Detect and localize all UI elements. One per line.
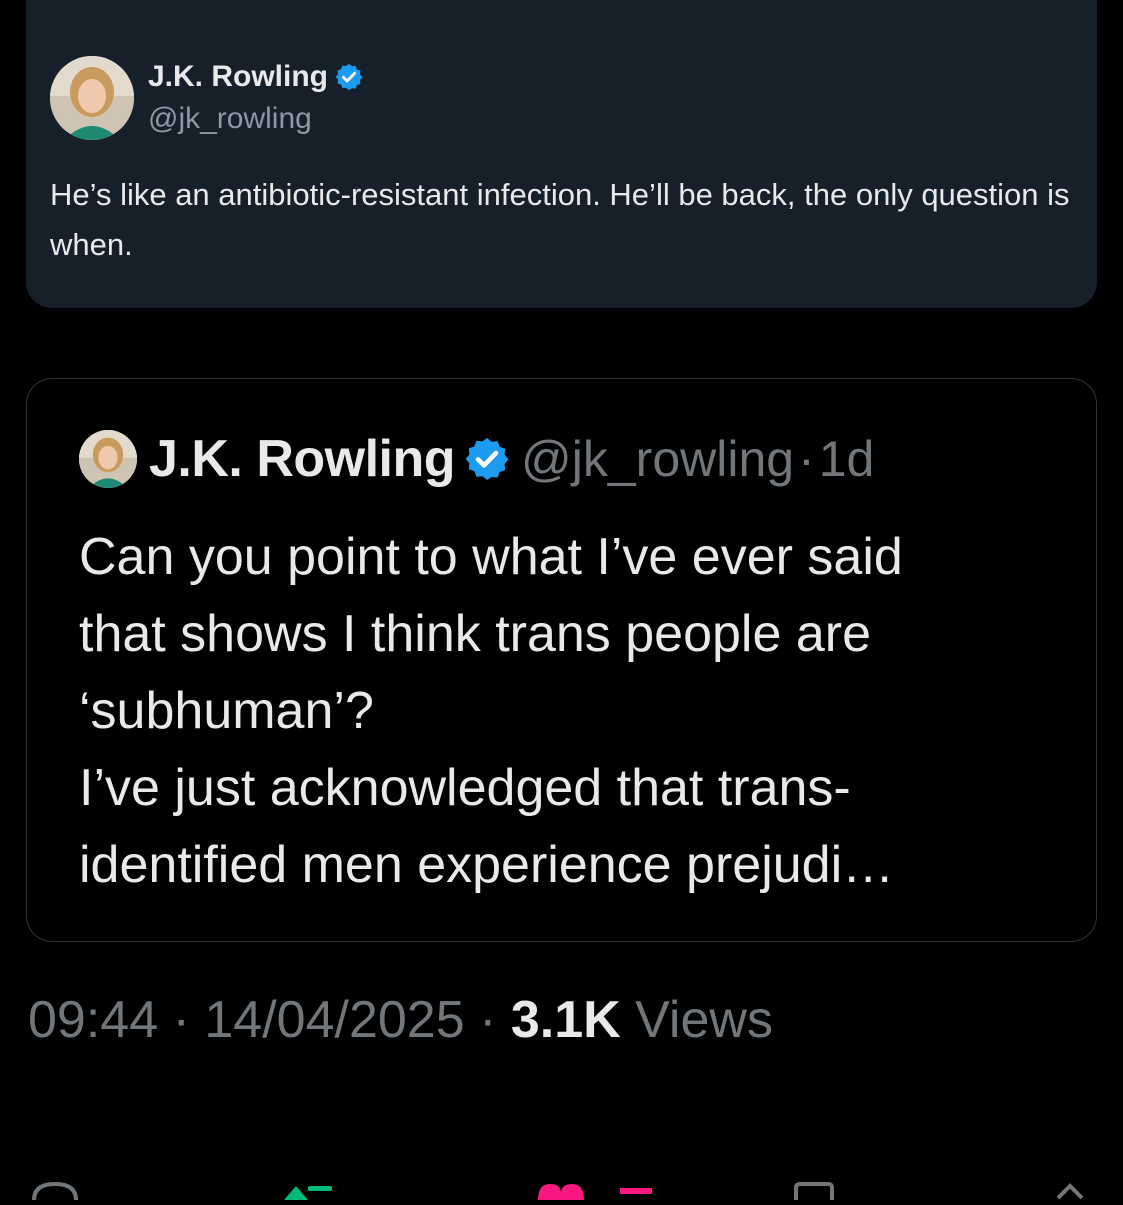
quoted-author-handle[interactable]: @jk_rowling: [521, 430, 794, 488]
views-count[interactable]: 3.1K: [511, 991, 621, 1049]
quoted-tweet-age[interactable]: 1d: [819, 430, 875, 488]
separator-dot: ·: [479, 991, 497, 1049]
reply-tweet-card[interactable]: J.K. Rowling @jk_rowling He’s like an an…: [26, 0, 1097, 308]
quoted-tweet-header: J.K. Rowling @jk_rowling · 1d: [79, 429, 874, 489]
tweet-meta-row: 09:44 · 14/04/2025 · 3.1K Views: [28, 990, 773, 1050]
heart-icon[interactable]: [536, 1180, 586, 1205]
verified-badge-icon: [463, 435, 511, 483]
quoted-text-line: I’ve just acknowledged that trans-: [79, 759, 851, 817]
quoted-text-line: ‘subhuman’?: [79, 682, 374, 740]
avatar[interactable]: [50, 56, 134, 140]
repost-icon[interactable]: [278, 1180, 338, 1205]
separator-dot: ·: [798, 431, 815, 487]
views-icon[interactable]: [618, 1180, 654, 1205]
quoted-text-line: Can you point to what I’ve ever said: [79, 528, 903, 586]
avatar-image: [79, 430, 137, 488]
tweet-date[interactable]: 14/04/2025: [204, 991, 464, 1049]
share-icon[interactable]: [1050, 1180, 1090, 1205]
quoted-text-line: identified men experience prejudi…: [79, 836, 895, 894]
tweet-time[interactable]: 09:44: [28, 991, 158, 1049]
author-name[interactable]: J.K. Rowling: [148, 60, 328, 94]
tweet-action-bar: [0, 1180, 1123, 1201]
avatar-image: [50, 56, 134, 140]
verified-badge-icon: [335, 63, 363, 91]
bookmark-icon[interactable]: [792, 1180, 836, 1205]
quoted-author-name[interactable]: J.K. Rowling: [149, 429, 456, 489]
separator-dot: ·: [172, 991, 190, 1049]
author-handle[interactable]: @jk_rowling: [148, 102, 312, 136]
quoted-tweet-text: Can you point to what I’ve ever said tha…: [79, 519, 1069, 904]
avatar[interactable]: [79, 430, 137, 488]
quoted-text-line: that shows I think trans people are: [79, 605, 872, 663]
reply-tweet-text: He’s like an antibiotic-resistant infect…: [50, 177, 1070, 262]
views-label: Views: [635, 991, 773, 1049]
reply-icon[interactable]: [30, 1180, 80, 1205]
quoted-tweet-card[interactable]: J.K. Rowling @jk_rowling · 1d Can you po…: [26, 378, 1097, 942]
reply-author-row: J.K. Rowling: [148, 60, 364, 94]
